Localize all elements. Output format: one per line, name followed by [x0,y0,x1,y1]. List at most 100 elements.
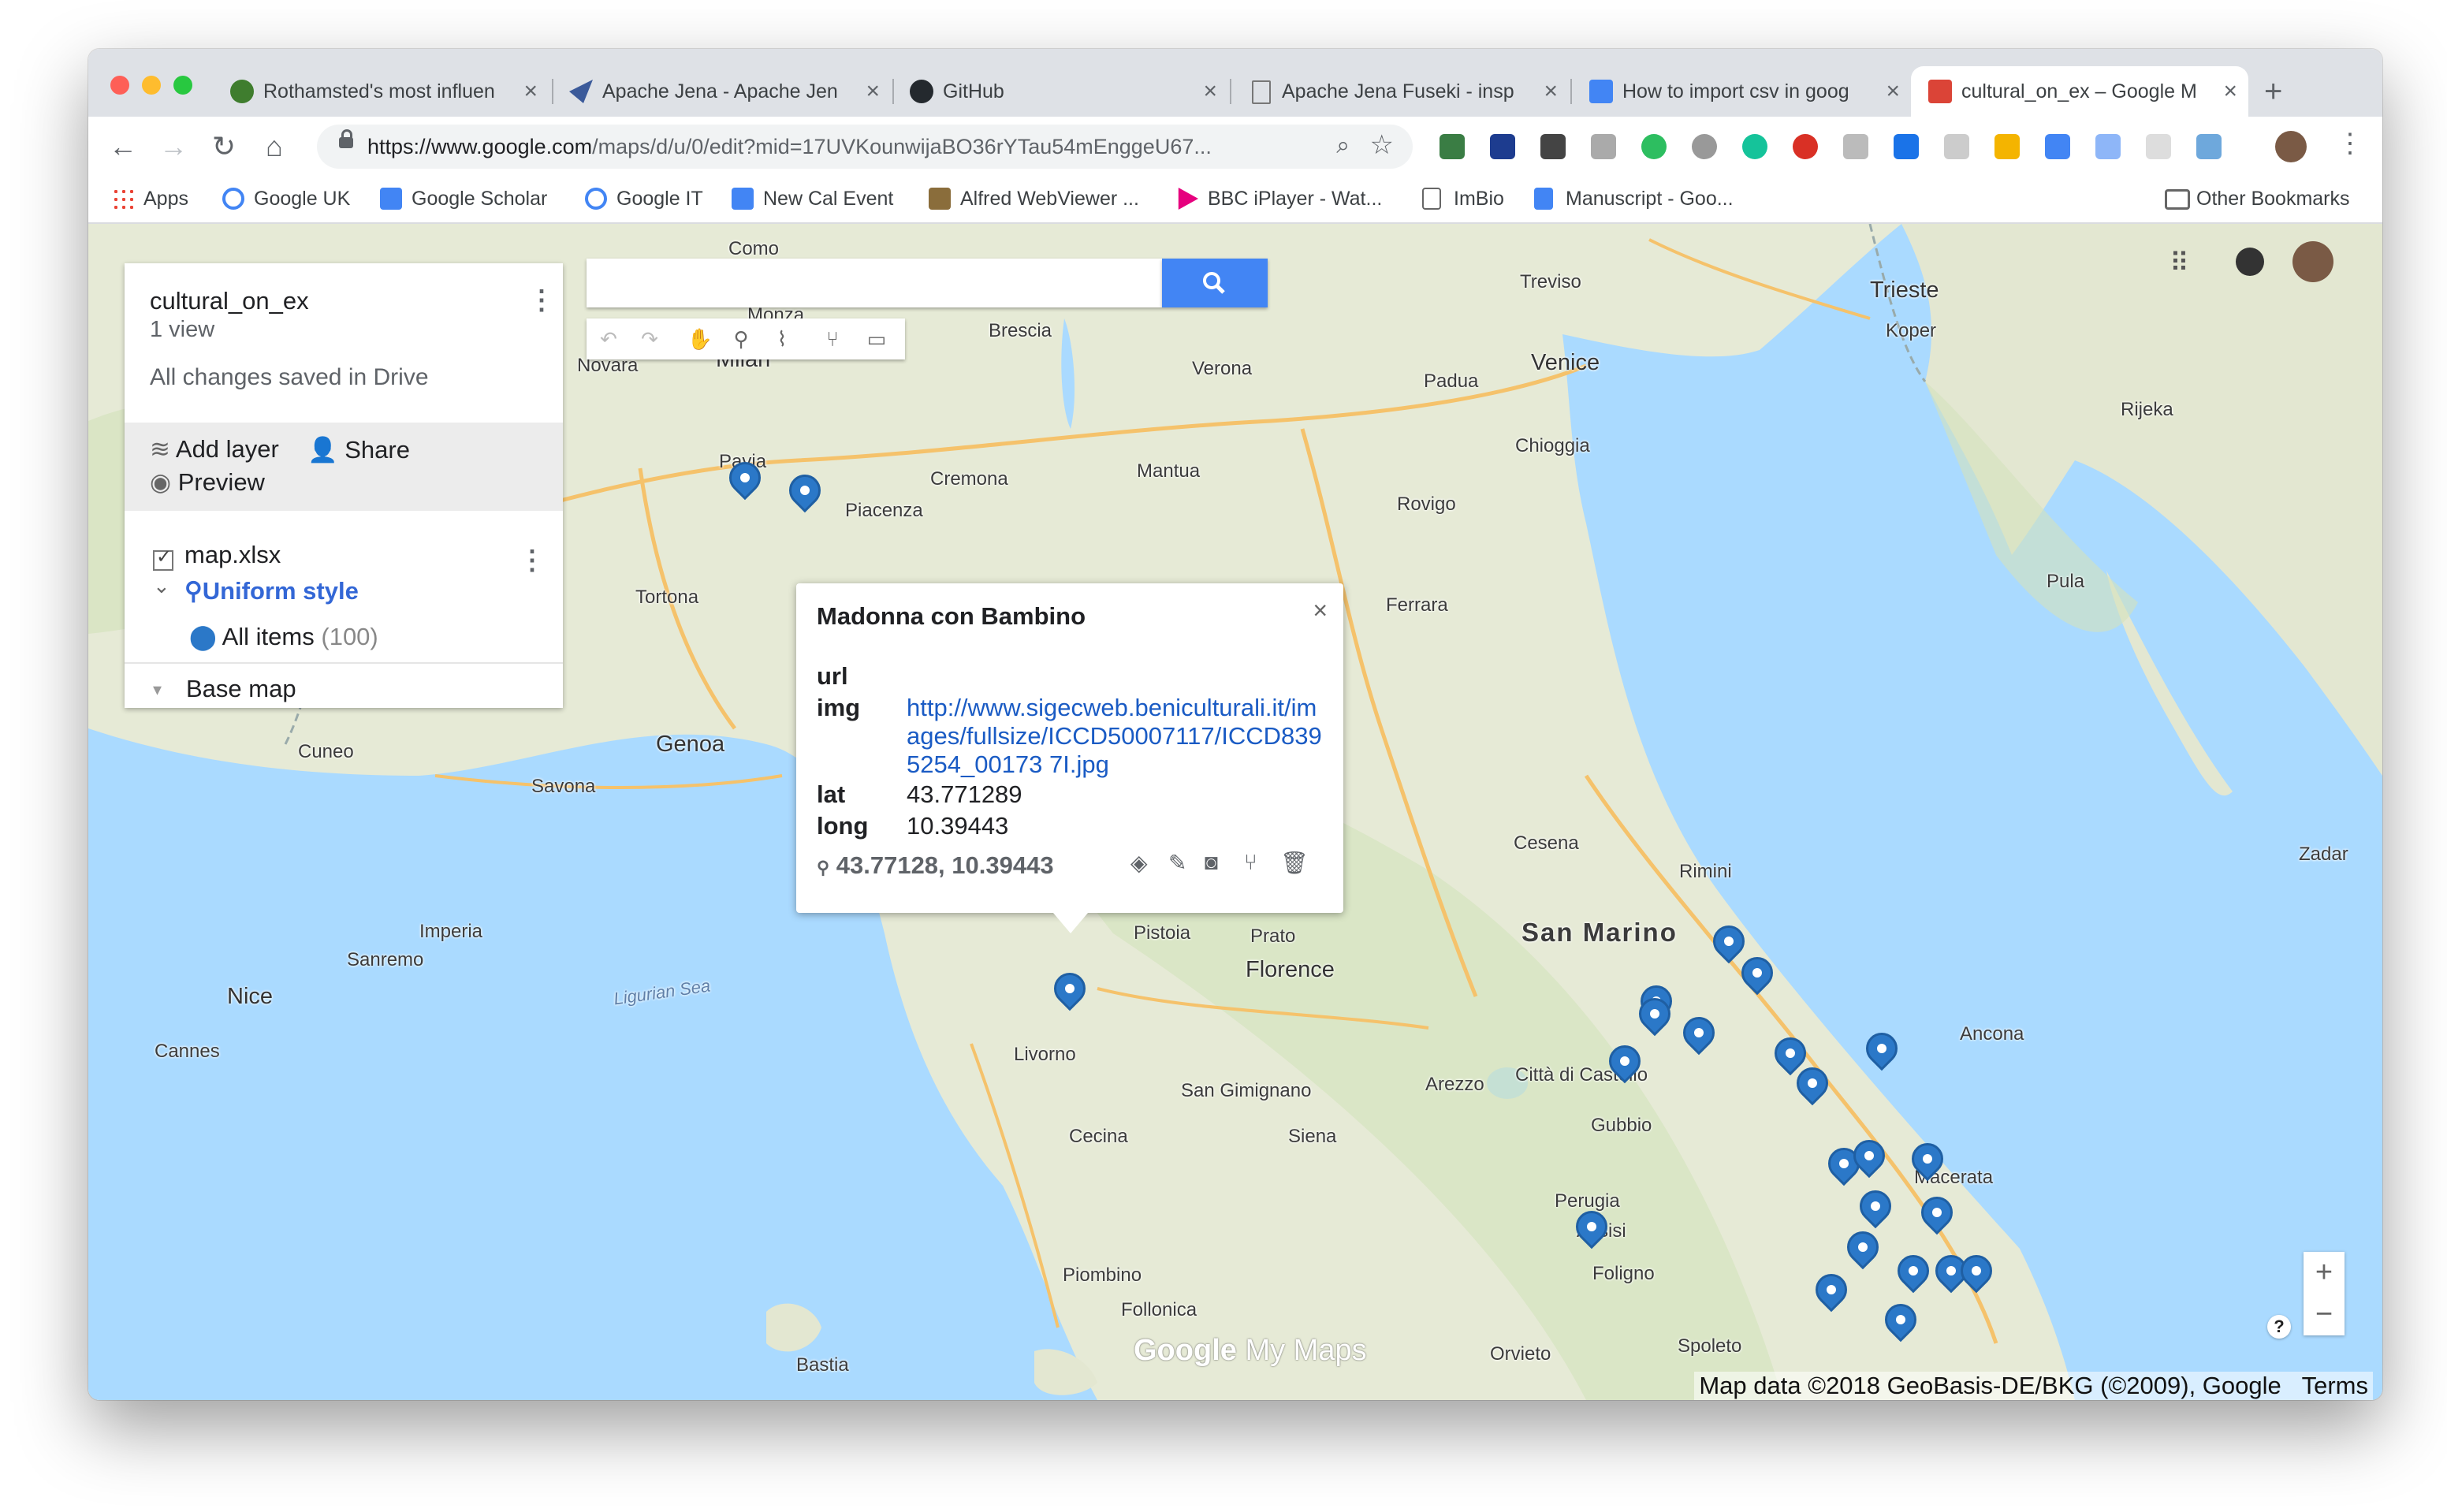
place-label: Koper [1886,320,1937,341]
chevron-down-icon[interactable]: ⌄ [153,574,170,598]
img-link[interactable]: http://www.sigecweb.beniculturali.it/ima… [907,694,1324,779]
layer-options-icon[interactable]: ⋮ [519,547,546,574]
map-canvas[interactable]: Como Monza Milan Novara Brescia Verona P… [88,224,2382,1400]
base-map-chevron-icon[interactable]: ▾ [153,680,162,700]
reload-icon[interactable]: ↻ [205,128,243,166]
map-title[interactable]: cultural_on_ex [150,287,309,315]
close-tab-icon[interactable]: × [866,66,880,117]
base-map-button[interactable]: Base map [186,675,296,703]
apps-launcher-icon[interactable]: ⠿ [2170,248,2189,279]
feature-info-popup: Madonna con Bambino × url img http://www… [796,583,1343,933]
place-label: Cesena [1514,832,1579,854]
bookmark-apps[interactable]: Apps [112,177,188,221]
extension-icon[interactable] [1692,134,1717,159]
tab-title: Apache Jena - Apache Jen [602,80,838,102]
forward-icon[interactable]: → [155,128,192,166]
bookmark-new-cal-event[interactable]: New Cal Event [732,177,893,221]
map-search-button[interactable] [1162,259,1268,307]
extension-icon[interactable] [1591,134,1616,159]
bookmark-star-icon[interactable]: ☆ [1370,129,1394,161]
undo-icon[interactable]: ↶ [594,325,623,353]
bookmark-imbio[interactable]: ImBio [1422,177,1504,221]
maximize-window-button[interactable] [173,76,192,95]
hand-icon[interactable]: ✋ [686,325,714,353]
tab-jena-fuseki[interactable]: Apache Jena Fuseki - insp × [1231,66,1569,117]
bookmark-manuscript[interactable]: Manuscript - Goo... [1534,177,1734,221]
grammarly-icon[interactable] [1742,134,1767,159]
redo-icon[interactable]: ↷ [635,325,664,353]
notifications-icon[interactable] [2236,248,2264,276]
directions-icon[interactable]: ⑂ [1244,850,1257,875]
popup-coordinates: ⚲ 43.77128, 10.39443 [817,851,1054,879]
extension-icon[interactable] [1944,134,1969,159]
close-icon[interactable]: × [1313,596,1328,625]
add-layer-button[interactable]: ≋ Add layer [150,435,279,464]
back-icon[interactable]: ← [104,128,142,166]
camera-icon[interactable]: ◙ [1205,850,1218,875]
draw-line-icon[interactable]: ⌇ [768,325,796,353]
tab-github[interactable]: GitHub × [892,66,1228,117]
extension-icon[interactable] [2146,134,2171,159]
place-label: Cremona [930,468,1008,490]
share-button[interactable]: 👤 Share [307,435,410,464]
layer-name[interactable]: map.xlsx [184,541,281,569]
home-icon[interactable]: ⌂ [255,128,293,166]
account-avatar[interactable] [2292,241,2333,282]
close-tab-icon[interactable]: × [523,66,538,117]
extension-icon[interactable] [1994,134,2020,159]
map-options-icon[interactable]: ⋮ [528,287,555,314]
extension-icon[interactable] [1490,134,1515,159]
directions-icon[interactable]: ⑂ [818,325,847,353]
tab-apache-jena[interactable]: Apache Jena - Apache Jen × [552,66,891,117]
extension-icon[interactable] [1440,134,1465,159]
bookmark-alfred[interactable]: Alfred WebViewer ... [929,177,1139,221]
extension-icon[interactable] [1793,134,1818,159]
add-marker-icon[interactable]: ⚲ [727,325,755,353]
drive-icon[interactable] [1843,134,1868,159]
layer-checkbox[interactable]: ✓ [153,546,173,571]
close-tab-icon[interactable]: × [2223,66,2237,117]
lock-icon [339,129,353,148]
place-label: Siena [1288,1126,1337,1147]
calendar-icon[interactable] [2045,134,2070,159]
tab-rothamsted[interactable]: Rothamsted's most influen × [213,66,549,117]
profile-avatar[interactable] [2275,131,2307,162]
url-text[interactable]: https://www.google.com/maps/d/u/0/edit?m… [367,125,1212,169]
new-tab-button[interactable]: + [2264,66,2282,117]
bookmark-google-scholar[interactable]: Google Scholar [380,177,547,221]
zoom-controls: + − [2304,1252,2345,1335]
tab-cultural-on-ex[interactable]: cultural_on_ex – Google M × [1911,66,2248,117]
close-window-button[interactable] [110,76,129,95]
preview-button[interactable]: ◉ Preview [150,468,265,497]
docs-icon[interactable] [2095,134,2121,159]
zoom-icon[interactable]: ⌕ [1336,132,1350,159]
close-tab-icon[interactable]: × [1203,66,1217,117]
uniform-style-button[interactable]: ⚲Uniform style [184,577,359,605]
zoom-out-button[interactable]: − [2304,1294,2345,1335]
bookmark-google-uk[interactable]: Google UK [222,177,350,221]
tab-title: How to import csv in goog [1622,80,1849,102]
measure-icon[interactable]: ▭ [862,325,891,353]
close-tab-icon[interactable]: × [1886,66,1900,117]
calendar-icon [732,188,754,210]
other-bookmarks[interactable]: Other Bookmarks [2165,177,2350,221]
pocket-icon[interactable] [1540,134,1566,159]
tab-import-csv[interactable]: How to import csv in goog × [1572,66,1911,117]
bookmark-google-it[interactable]: Google IT [585,177,703,221]
extension-icon[interactable] [1894,134,1919,159]
minimize-window-button[interactable] [142,76,161,95]
zoom-in-button[interactable]: + [2304,1252,2345,1294]
address-bar[interactable]: https://www.google.com/maps/d/u/0/edit?m… [317,125,1413,169]
paint-bucket-icon[interactable]: ◈ [1130,850,1148,876]
browser-menu-icon[interactable]: ⋮ [2337,128,2363,159]
evernote-icon[interactable] [1641,134,1667,159]
extension-icon[interactable] [2196,134,2222,159]
delete-icon[interactable]: 🗑 [1280,850,1309,876]
terms-link[interactable]: Terms [2302,1372,2368,1399]
close-tab-icon[interactable]: × [1544,66,1558,117]
bookmark-bbc-iplayer[interactable]: BBC iPlayer - Wat... [1176,177,1382,221]
help-button[interactable]: ? [2267,1315,2291,1339]
map-search-input[interactable] [587,259,1162,307]
edit-icon[interactable]: ✎ [1168,850,1186,876]
all-items-row[interactable]: ⬤ All items (100) [189,623,378,651]
